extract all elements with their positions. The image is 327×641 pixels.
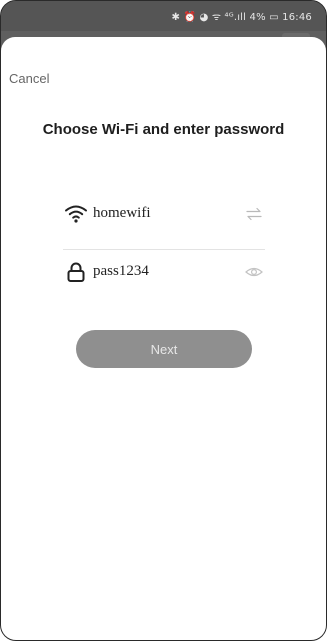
eye-icon[interactable]: [243, 261, 265, 283]
cancel-button[interactable]: Cancel: [9, 71, 49, 86]
password-input[interactable]: pass1234: [93, 263, 149, 280]
status-indicators: ✱ ⏰ ◕ ᯤ ⁴ᴳ.ıll 4% ▭ 16:46: [171, 12, 312, 23]
phone-frame: ✱ ⏰ ◕ ᯤ ⁴ᴳ.ıll 4% ▭ 16:46 Cancel Choose …: [0, 0, 327, 641]
switch-network-icon[interactable]: [243, 203, 265, 225]
wifi-network-row[interactable]: homewifi: [63, 201, 265, 231]
lock-icon: [63, 259, 89, 285]
field-divider: [63, 249, 265, 250]
wifi-ssid-field[interactable]: homewifi: [93, 205, 151, 222]
password-row[interactable]: pass1234: [63, 259, 265, 289]
wifi-setup-modal: Cancel Choose Wi-Fi and enter password h…: [1, 37, 326, 640]
next-button[interactable]: Next: [76, 330, 252, 368]
page-title: Choose Wi-Fi and enter password: [42, 121, 285, 138]
wifi-icon: [63, 201, 89, 227]
status-bar: ✱ ⏰ ◕ ᯤ ⁴ᴳ.ıll 4% ▭ 16:46: [1, 1, 326, 31]
